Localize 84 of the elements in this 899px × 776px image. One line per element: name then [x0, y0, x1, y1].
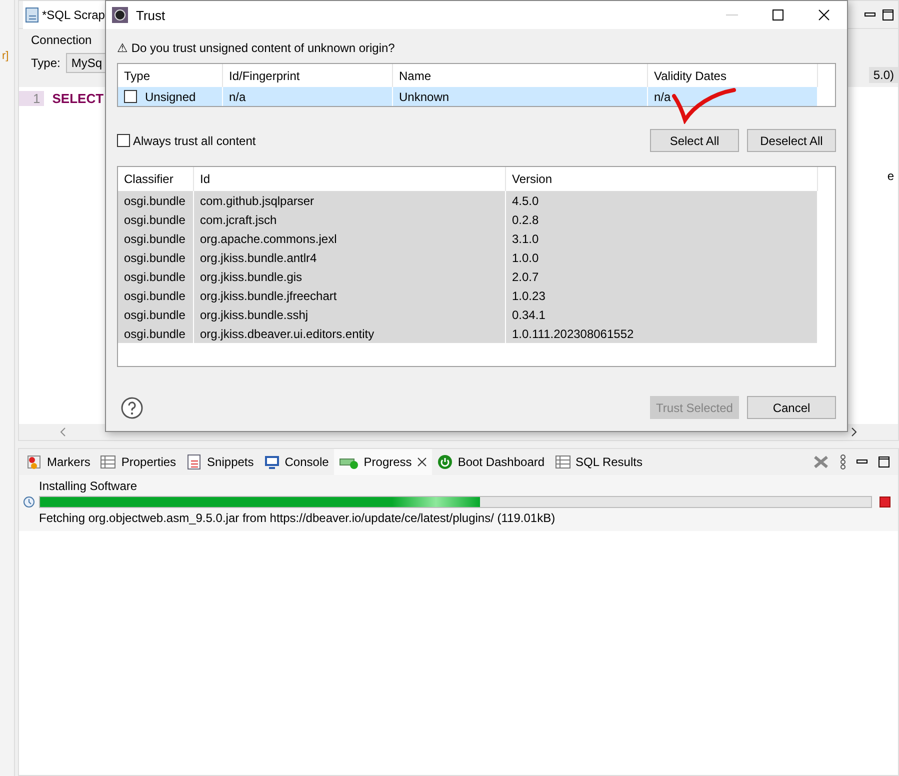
type-dropdown[interactable]: MySq [66, 53, 108, 73]
editor-text-fragment: 5.0) [869, 67, 898, 83]
table-cell: org.jkiss.bundle.sshj [200, 308, 308, 322]
table-cell: org.jkiss.bundle.antlr4 [200, 250, 317, 264]
document-icon [25, 6, 39, 22]
table-cell: com.github.jsqlparser [200, 194, 314, 208]
checkbox-label: Always trust all content [133, 134, 256, 148]
table-cell: osgi.bundle [124, 270, 186, 284]
table-cell: org.apache.commons.jexl [200, 232, 337, 246]
editor-text-fragment: e [887, 169, 895, 183]
maximize-icon[interactable] [882, 8, 894, 20]
table-cell: osgi.bundle [124, 308, 186, 322]
unit-row[interactable]: osgi.bundle org.jkiss.dbeaver.ui.editors.entity 1.0.111.202308061552 [118, 324, 835, 343]
panel-tab[interactable]: SQL Results [550, 449, 648, 475]
table-cell: Unsigned [145, 90, 196, 104]
line-number: 1 [19, 90, 44, 106]
unit-row[interactable]: osgi.bundle org.jkiss.bundle.jfreechart 1.0.23 [118, 286, 835, 305]
panel-tab[interactable]: Console [258, 449, 334, 475]
editor-side-text: r] [1, 50, 10, 62]
scroll-right-icon[interactable] [850, 427, 858, 437]
table-cell: org.jkiss.bundle.jfreechart [200, 288, 337, 302]
table-cell: 1.0.111.202308061552 [512, 326, 634, 340]
certificate-row[interactable]: Unsigned n/a Unknown n/a [118, 87, 835, 106]
close-icon[interactable] [416, 457, 427, 467]
editor-tab[interactable]: *SQL Scrap [23, 0, 107, 28]
maximize-icon[interactable] [878, 456, 890, 468]
dialog-title: Trust [136, 8, 166, 22]
type-label: Type: [31, 56, 60, 70]
document-icon [186, 454, 202, 470]
progress-status: Fetching org.objectweb.asm_9.5.0.jar from https://dbeaver.io/update/ce/latest/plugins/ (119.01kB) [38, 511, 556, 525]
table-icon [554, 455, 571, 469]
monitor-icon [264, 454, 280, 470]
trust-question: ⚠ Do you trust unsigned content of unknown origin? [117, 41, 396, 55]
unit-row[interactable]: osgi.bundle com.github.jsqlparser 4.5.0 [118, 191, 835, 210]
connection-label: Connection [31, 33, 93, 47]
panel-tab[interactable]: Markers [21, 449, 96, 475]
table-cell: osgi.bundle [124, 250, 186, 264]
scroll-left-icon[interactable] [59, 427, 67, 437]
table-cell: 3.1.0 [512, 232, 539, 246]
code-text: SELECT [52, 90, 104, 106]
always-trust-checkbox[interactable] [117, 134, 130, 147]
unit-row[interactable]: osgi.bundle com.jcraft.jsch 0.2.8 [118, 210, 835, 229]
panel-tab[interactable]: Snippets [181, 449, 259, 475]
table-cell: 2.0.7 [512, 270, 539, 284]
unit-row[interactable]: osgi.bundle org.jkiss.bundle.antlr4 1.0.0 [118, 248, 835, 267]
table-cell: osgi.bundle [124, 288, 186, 302]
select-button[interactable]: Select All [650, 129, 739, 152]
clock-icon [23, 496, 35, 508]
markers-icon [26, 454, 42, 470]
table-cell: com.jcraft.jsch [200, 212, 277, 226]
panel-tab[interactable]: Boot Dashboard [432, 449, 550, 475]
table-cell: osgi.bundle [124, 212, 186, 226]
panel-tab[interactable]: Properties [95, 449, 182, 475]
table-cell: 0.34.1 [512, 308, 546, 322]
table-cell: osgi.bundle [124, 232, 186, 246]
more-icon[interactable] [840, 454, 846, 470]
table-cell: n/a [654, 90, 671, 104]
table-icon [100, 455, 116, 469]
table-cell: 0.2.8 [512, 212, 539, 226]
minimize-icon[interactable] [864, 12, 876, 18]
unit-row[interactable]: osgi.bundle org.jkiss.bundle.gis 2.0.7 [118, 267, 835, 286]
progress-title: Installing Software [38, 479, 138, 493]
row-checkbox[interactable] [124, 90, 137, 104]
table-cell: org.jkiss.dbeaver.ui.editors.entity [200, 326, 374, 340]
check-mark-annotation [672, 88, 738, 124]
table-cell: 1.0.23 [512, 288, 546, 302]
remove-all-icon[interactable] [812, 454, 830, 470]
minimize-icon[interactable] [856, 459, 868, 465]
table-cell: 1.0.0 [512, 250, 539, 264]
table-cell: 4.5.0 [512, 194, 539, 208]
unit-row[interactable]: osgi.bundle org.jkiss.bundle.sshj 0.34.1 [118, 305, 835, 324]
help-icon[interactable] [121, 396, 143, 418]
table-cell: osgi.bundle [124, 194, 186, 208]
power-icon [436, 454, 453, 470]
select-button[interactable]: Deselect All [747, 129, 836, 152]
panel-tab[interactable]: Progress [334, 449, 432, 475]
table-cell: osgi.bundle [124, 326, 186, 340]
table-cell: n/a [229, 90, 246, 104]
unit-row[interactable]: osgi.bundle org.apache.commons.jexl 3.1.0 [118, 229, 835, 248]
close-icon[interactable] [818, 9, 830, 21]
table-cell: Unknown [399, 90, 450, 104]
maximize-icon[interactable] [772, 9, 784, 21]
table-cell: org.jkiss.bundle.gis [200, 270, 302, 284]
dialog-button[interactable]: Cancel [747, 396, 836, 419]
